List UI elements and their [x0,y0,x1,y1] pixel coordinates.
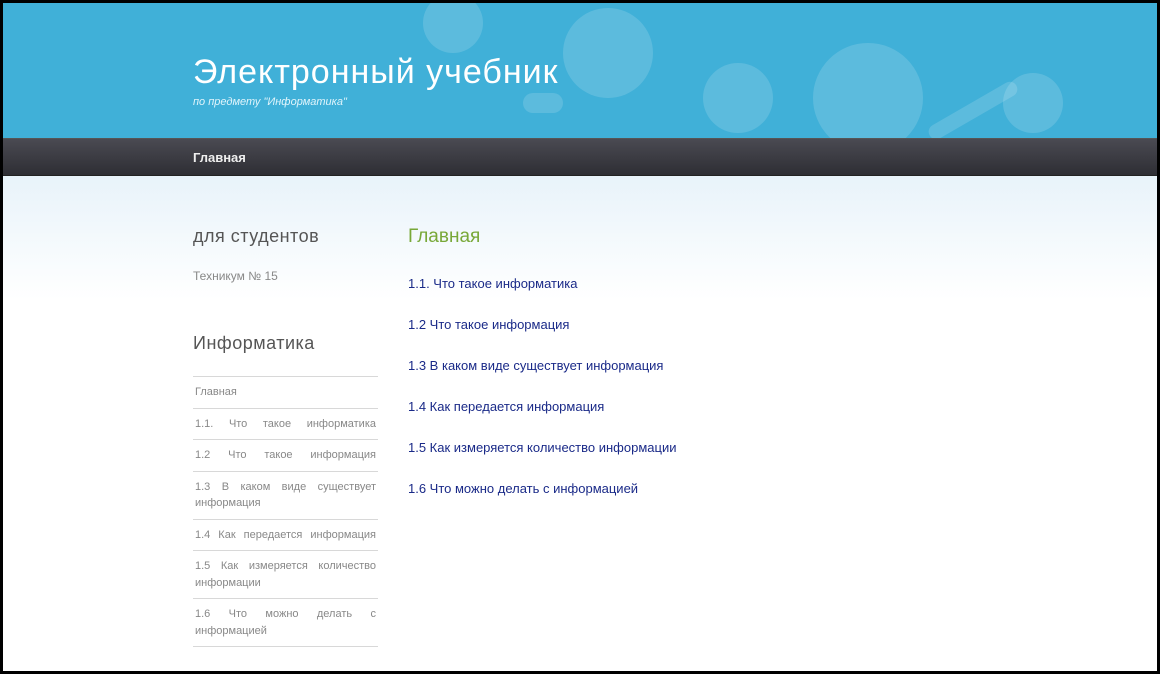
main-content: Главная 1.1. Что такое информатика 1.2 Ч… [408,226,1157,671]
content-link-1-1[interactable]: 1.1. Что такое информатика [408,276,1097,291]
sidebar-menu: Главная 1.1. Что такое информатика 1.2 Ч… [193,376,378,647]
sidebar: для студентов Техникум № 15 Информатика … [193,226,378,671]
content-link-1-3[interactable]: 1.3 В каком виде существует информация [408,358,1097,373]
sidebar-college-name: Техникум № 15 [193,269,378,283]
sidebar-item-1-5[interactable]: 1.5 Как измеряется количество информации [193,551,378,599]
content-link-1-6[interactable]: 1.6 Что можно делать с информацией [408,481,1097,496]
header-banner: Электронный учебник по предмету "Информа… [3,3,1157,138]
sidebar-course-title: Информатика [193,333,378,354]
content-link-1-5[interactable]: 1.5 Как измеряется количество информации [408,440,1097,455]
nav-home[interactable]: Главная [193,150,246,165]
sidebar-item-1-3[interactable]: 1.3 В каком виде существует информация [193,472,378,520]
page-title: Главная [408,226,1097,248]
content-area: для студентов Техникум № 15 Информатика … [3,176,1157,671]
sidebar-item-1-1[interactable]: 1.1. Что такое информатика [193,409,378,441]
content-link-1-2[interactable]: 1.2 Что такое информация [408,317,1097,332]
sidebar-item-1-6[interactable]: 1.6 Что можно делать с информацией [193,599,378,647]
sidebar-item-1-4[interactable]: 1.4 Как передается информация [193,520,378,552]
top-navbar: Главная [3,138,1157,176]
sidebar-item-home[interactable]: Главная [193,376,378,409]
sidebar-item-1-2[interactable]: 1.2 Что такое информация [193,440,378,472]
content-link-1-4[interactable]: 1.4 Как передается информация [408,399,1097,414]
sidebar-students-title: для студентов [193,226,378,247]
